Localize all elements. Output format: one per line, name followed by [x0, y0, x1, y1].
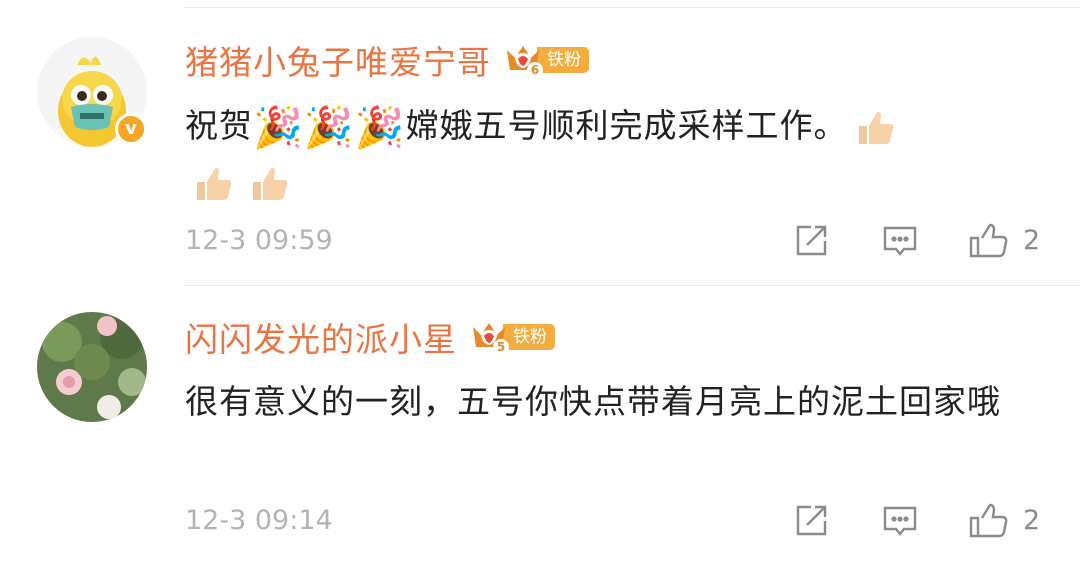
comment-item: 闪闪发光的派小星 5 铁粉 很有意义的一刻，五号你快点带着月亮上的泥土回家哦 1…	[0, 285, 1080, 564]
name-row: 闪闪发光的派小星 5 铁粉	[185, 317, 555, 359]
fan-badge[interactable]: 6 铁粉	[503, 42, 589, 78]
comment-meta: 12-3 09:59 2	[185, 221, 1080, 261]
fan-badge[interactable]: 5 铁粉	[469, 319, 555, 355]
comment-text: 很有意义的一刻，五号你快点带着月亮上的泥土回家哦	[185, 382, 1001, 421]
like-count: 2	[1023, 505, 1041, 536]
comment-text: 祝贺🎉🎉🎉嫦娥五号顺利完成采样工作。	[185, 98, 1045, 210]
comment-item: v 猪猪小兔子唯爱宁哥 6 铁粉 祝贺🎉🎉🎉嫦娥五号顺利完成采样工作。 12-3…	[0, 0, 1080, 285]
thumbs-up-icon[interactable]	[968, 223, 1008, 259]
fan-level: 6	[527, 62, 543, 78]
comment-text-part: 嫦娥五号顺利完成采样工作。	[405, 106, 848, 145]
username[interactable]: 闪闪发光的派小星	[185, 313, 457, 361]
party-popper-emoji: 🎉	[303, 104, 355, 151]
fan-level: 5	[493, 339, 509, 355]
timestamp: 12-3 09:14	[185, 505, 333, 536]
thumbs-up-emoji	[853, 106, 897, 150]
comment-icon[interactable]	[882, 503, 918, 539]
thumbs-up-emoji	[247, 162, 291, 206]
fan-label: 铁粉	[503, 324, 555, 350]
crown-icon: 5	[469, 319, 509, 355]
comment-meta: 12-3 09:14 2	[185, 501, 1080, 541]
verified-badge-icon: v	[115, 113, 147, 145]
username[interactable]: 猪猪小兔子唯爱宁哥	[185, 36, 491, 84]
timestamp: 12-3 09:59	[185, 225, 333, 256]
share-icon[interactable]	[793, 503, 829, 539]
share-icon[interactable]	[793, 223, 829, 259]
comment-text-part: 祝贺	[185, 106, 253, 145]
thumbs-up-emoji	[191, 162, 235, 206]
name-row: 猪猪小兔子唯爱宁哥 6 铁粉	[185, 38, 589, 82]
comment-icon[interactable]	[882, 223, 918, 259]
avatar[interactable]	[37, 312, 147, 422]
like-count: 2	[1023, 225, 1041, 256]
party-popper-emoji: 🎉	[253, 104, 304, 151]
thumbs-up-icon[interactable]	[968, 503, 1008, 539]
party-popper-emoji: 🎉	[354, 104, 406, 151]
fan-label: 铁粉	[537, 47, 589, 73]
crown-icon: 6	[503, 42, 543, 78]
